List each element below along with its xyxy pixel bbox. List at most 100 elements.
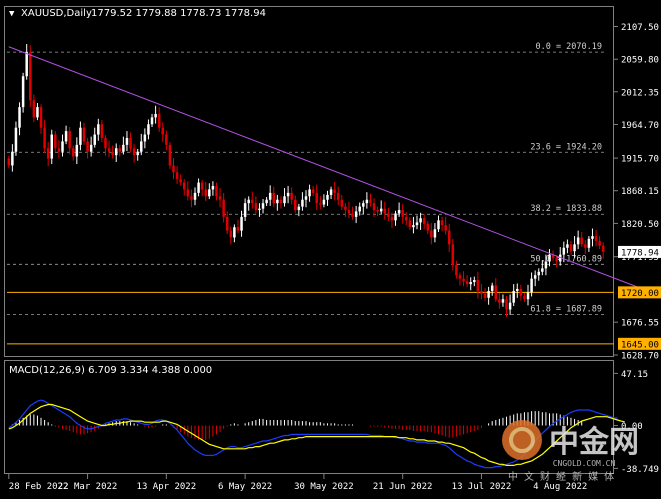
candle-body bbox=[71, 148, 75, 157]
candle-body bbox=[68, 131, 71, 149]
candle-body bbox=[562, 247, 566, 255]
candle-body bbox=[319, 203, 322, 205]
candle-body bbox=[143, 134, 147, 142]
candle-body bbox=[523, 295, 526, 300]
candle-body bbox=[333, 189, 336, 193]
candle-body bbox=[362, 203, 365, 207]
candle-body bbox=[541, 268, 544, 272]
macd-tick-label: 47.15 bbox=[621, 370, 648, 380]
candle-body bbox=[229, 230, 233, 238]
price-tick-label: 1676.55 bbox=[621, 319, 659, 329]
candle-body bbox=[526, 292, 530, 300]
candle-body bbox=[473, 280, 476, 283]
candle-body bbox=[215, 186, 218, 197]
price-tick-label: 1915.70 bbox=[621, 155, 659, 165]
candle-body bbox=[236, 227, 240, 231]
candle-body bbox=[200, 182, 204, 190]
candle-body bbox=[258, 208, 261, 211]
watermark-logo-text: 中金网 bbox=[549, 425, 639, 460]
candle-body bbox=[272, 192, 276, 204]
candle-body bbox=[7, 158, 11, 166]
candle-body bbox=[193, 192, 197, 200]
candle-body bbox=[11, 151, 14, 166]
candle-body bbox=[165, 134, 168, 145]
candle-body bbox=[251, 199, 254, 204]
candle-body bbox=[576, 237, 580, 245]
candle-body bbox=[419, 218, 422, 223]
candle-body bbox=[440, 220, 444, 226]
candle-body bbox=[122, 144, 125, 152]
price-tick-label: 2107.50 bbox=[621, 23, 659, 33]
candle-body bbox=[29, 52, 32, 101]
candle-body bbox=[50, 134, 54, 159]
candle-body bbox=[516, 288, 519, 291]
candle-body bbox=[587, 238, 591, 248]
candle-body bbox=[225, 216, 229, 231]
candle-body bbox=[57, 148, 61, 152]
candle-body bbox=[555, 258, 558, 262]
header-triangle-icon[interactable]: ▼ bbox=[9, 9, 15, 19]
candle-body bbox=[211, 186, 215, 190]
candle-body bbox=[204, 189, 207, 197]
candle-body bbox=[39, 107, 43, 128]
candle-body bbox=[447, 230, 451, 245]
candle-body bbox=[161, 127, 165, 135]
candle-body bbox=[311, 189, 315, 193]
candle-body bbox=[458, 275, 462, 279]
candle-body bbox=[75, 144, 79, 157]
candle-body bbox=[490, 285, 494, 291]
candle-body bbox=[154, 113, 157, 118]
candle-body bbox=[79, 127, 82, 145]
candle-body bbox=[405, 216, 408, 221]
candle-body bbox=[93, 134, 96, 145]
candle-body bbox=[369, 199, 372, 204]
candle-body bbox=[136, 151, 139, 156]
candle-body bbox=[233, 227, 236, 238]
candle-body bbox=[89, 144, 93, 152]
candle-body bbox=[451, 244, 455, 265]
candle-body bbox=[247, 199, 250, 204]
candle-body bbox=[501, 299, 505, 303]
candle-body bbox=[372, 203, 376, 211]
candle-body bbox=[412, 225, 415, 228]
candle-body bbox=[601, 245, 605, 252]
candle-body bbox=[530, 278, 533, 293]
candle-body bbox=[265, 199, 268, 204]
candle-body bbox=[347, 210, 351, 214]
candle-body bbox=[584, 244, 587, 248]
candle-body bbox=[36, 107, 39, 118]
time-tick-label: 4 Aug 2022 bbox=[533, 482, 587, 492]
candle-body bbox=[476, 280, 480, 291]
candle-body bbox=[197, 182, 200, 193]
candle-body bbox=[483, 293, 487, 298]
macd-title: MACD(12,26,9) 6.709 3.334 4.388 0.000 bbox=[9, 365, 212, 376]
candle-body bbox=[175, 172, 179, 180]
fib-label: 61.8 = 1687.89 bbox=[530, 304, 602, 314]
candle-body bbox=[544, 261, 548, 269]
candle-body bbox=[114, 148, 118, 156]
candle-body bbox=[283, 196, 286, 204]
price-tick-label: 1964.70 bbox=[621, 121, 659, 131]
candle-body bbox=[268, 192, 272, 200]
candle-body bbox=[512, 290, 515, 303]
candle-body bbox=[580, 237, 583, 245]
candle-body bbox=[487, 290, 490, 298]
candle-body bbox=[61, 141, 64, 152]
candle-body bbox=[383, 208, 387, 214]
candle-body bbox=[218, 196, 222, 200]
watermark-logo-icon bbox=[502, 420, 542, 460]
candle-body bbox=[140, 141, 143, 152]
fib-label: 23.6 = 1924.20 bbox=[530, 142, 602, 152]
fib-label: 38.2 = 1833.88 bbox=[530, 204, 602, 214]
candle-body bbox=[598, 240, 601, 246]
time-tick-label: 22 Mar 2022 bbox=[58, 482, 118, 492]
candle-body bbox=[279, 199, 283, 204]
candle-body bbox=[208, 189, 211, 197]
candle-body bbox=[401, 210, 404, 217]
candle-body bbox=[433, 229, 437, 238]
candle-body bbox=[104, 137, 107, 149]
candle-body bbox=[394, 213, 397, 221]
hline-price-label: 1720.00 bbox=[621, 289, 659, 299]
candle-body bbox=[397, 210, 401, 214]
candle-body bbox=[437, 220, 440, 230]
